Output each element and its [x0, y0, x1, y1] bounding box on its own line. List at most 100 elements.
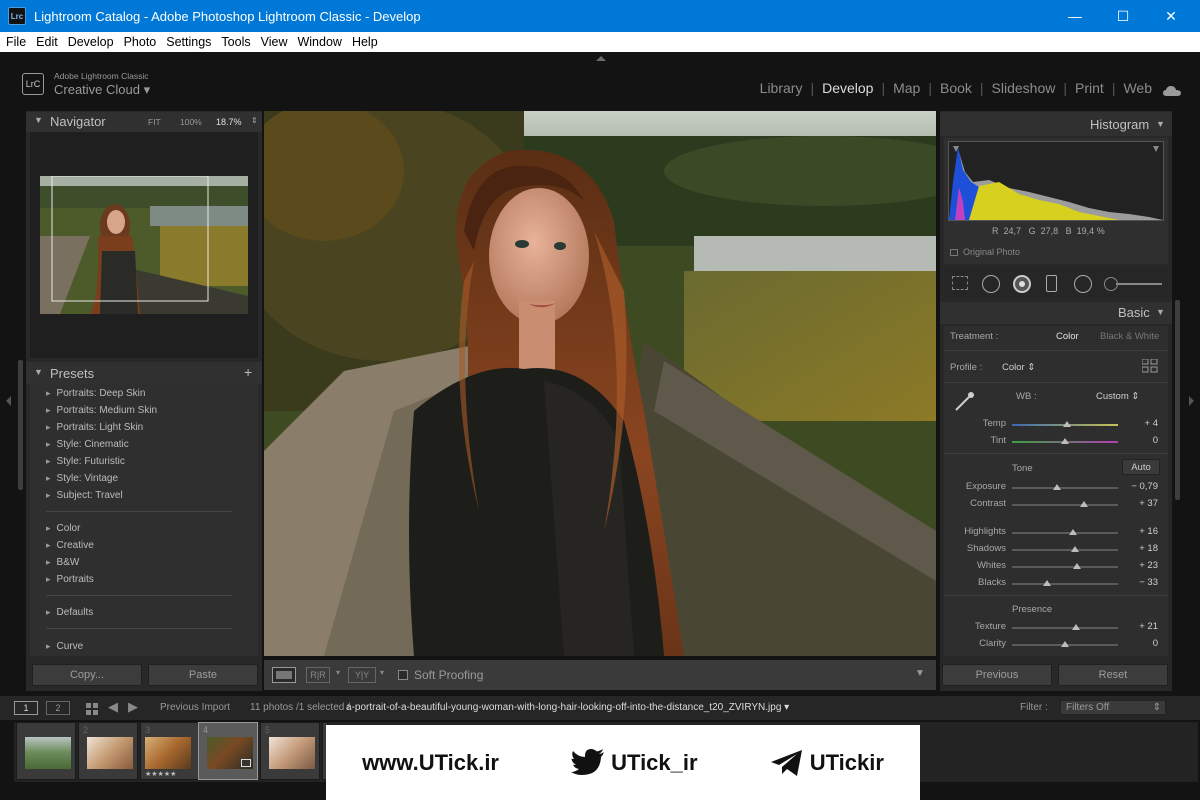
- zoom-fit[interactable]: FIT: [148, 117, 161, 127]
- previous-button[interactable]: Previous: [942, 664, 1052, 686]
- zoom-stepper-icon[interactable]: ⇕: [251, 116, 258, 125]
- slider-value-highlights[interactable]: + 16: [1118, 526, 1158, 537]
- slider-value-exposure[interactable]: − 0,79: [1118, 481, 1158, 492]
- before-after-dropdown-icon[interactable]: ▾: [336, 668, 340, 677]
- reset-button[interactable]: Reset: [1058, 664, 1168, 686]
- slider-value-tint[interactable]: 0: [1118, 435, 1158, 446]
- preset-item[interactable]: Portraits: Deep Skin: [46, 388, 146, 399]
- close-button[interactable]: ✕: [1148, 0, 1194, 32]
- slider-thumb-contrast[interactable]: [1080, 501, 1089, 507]
- navigator-thumbnail[interactable]: [40, 176, 248, 314]
- swap-before-after-icon[interactable]: Y|Y: [348, 667, 376, 683]
- navigator-collapse-icon[interactable]: ▼: [34, 115, 43, 125]
- profile-browser-icon[interactable]: [1141, 358, 1158, 373]
- spot-removal-icon[interactable]: [982, 275, 1000, 293]
- top-panel-toggle-icon[interactable]: [596, 56, 606, 61]
- slider-thumb-whites[interactable]: [1072, 563, 1081, 569]
- slider-track-highlights[interactable]: [1012, 532, 1118, 534]
- wb-eyedropper-icon[interactable]: [952, 390, 976, 414]
- menu-window[interactable]: Window: [297, 35, 341, 49]
- preset-item[interactable]: Portraits: Light Skin: [46, 422, 144, 433]
- radial-filter-icon[interactable]: [1074, 275, 1092, 293]
- slider-thumb-shadows[interactable]: [1070, 546, 1079, 552]
- grid-view-icon[interactable]: [86, 702, 98, 715]
- module-web[interactable]: Web: [1115, 80, 1160, 96]
- filter-select[interactable]: Filters Off ⇕: [1060, 700, 1166, 715]
- preset-item[interactable]: Style: Cinematic: [46, 439, 129, 450]
- slider-thumb-clarity[interactable]: [1061, 641, 1069, 647]
- slider-track-shadows[interactable]: [1012, 549, 1118, 551]
- zoom-100[interactable]: 100%: [180, 117, 202, 127]
- slider-thumb-temp[interactable]: [1063, 421, 1072, 427]
- profile-select[interactable]: Color ⇕: [1002, 362, 1035, 373]
- loupe-view-icon[interactable]: [272, 667, 296, 683]
- copy-settings-button[interactable]: Copy...: [32, 664, 142, 686]
- left-panel-toggle-icon[interactable]: [6, 396, 11, 406]
- brush-slider[interactable]: [1116, 283, 1162, 285]
- right-panel-scrollbar[interactable]: [1175, 300, 1180, 500]
- menu-view[interactable]: View: [261, 35, 288, 49]
- presets-header[interactable]: ▼ Presets +: [26, 362, 262, 384]
- menu-develop[interactable]: Develop: [68, 35, 114, 49]
- right-panel-toggle-icon[interactable]: [1189, 396, 1194, 406]
- graduated-filter-icon[interactable]: [1046, 275, 1057, 292]
- slider-value-contrast[interactable]: + 37: [1118, 498, 1158, 509]
- slider-value-temp[interactable]: + 4: [1118, 418, 1158, 429]
- slider-track-whites[interactable]: [1012, 566, 1118, 568]
- preset-item[interactable]: Portraits: Medium Skin: [46, 405, 158, 416]
- navigator-header[interactable]: ▼ Navigator FIT 100% 18.7% ⇕: [26, 112, 262, 132]
- swap-dropdown-icon[interactable]: ▾: [380, 668, 384, 677]
- minimize-button[interactable]: —: [1052, 0, 1098, 32]
- menu-file[interactable]: File: [6, 35, 26, 49]
- menu-settings[interactable]: Settings: [166, 35, 211, 49]
- zoom-current[interactable]: 18.7%: [216, 117, 242, 127]
- slider-thumb-tint[interactable]: [1061, 438, 1069, 444]
- crop-tool-icon[interactable]: [952, 276, 968, 290]
- slider-track-blacks[interactable]: [1012, 583, 1118, 585]
- left-panel-scrollbar[interactable]: [18, 360, 23, 490]
- before-after-icon[interactable]: R|R: [306, 667, 330, 683]
- preset-item[interactable]: Creative: [46, 540, 94, 551]
- module-print[interactable]: Print: [1067, 80, 1112, 96]
- film-cell[interactable]: 2: [78, 722, 138, 780]
- toolbar-menu-icon[interactable]: ▼: [915, 668, 925, 679]
- slider-track-exposure[interactable]: [1012, 487, 1118, 489]
- presets-collapse-icon[interactable]: ▼: [34, 367, 43, 377]
- basic-header[interactable]: Basic ▼: [940, 302, 1172, 324]
- treatment-bw-button[interactable]: Black & White: [1100, 331, 1159, 342]
- cloud-icon[interactable]: [1162, 84, 1182, 96]
- preset-item[interactable]: Color: [46, 523, 81, 534]
- slider-thumb-highlights[interactable]: [1069, 529, 1078, 535]
- preset-item[interactable]: Style: Vintage: [46, 473, 119, 484]
- film-cell[interactable]: [16, 722, 76, 780]
- original-photo-checkbox[interactable]: [950, 249, 958, 256]
- filmstrip-filename[interactable]: a-portrait-of-a-beautiful-young-woman-wi…: [346, 702, 789, 713]
- preset-item[interactable]: Defaults: [46, 607, 94, 618]
- module-library[interactable]: Library: [752, 80, 811, 96]
- menu-tools[interactable]: Tools: [221, 35, 250, 49]
- slider-thumb-blacks[interactable]: [1042, 580, 1051, 586]
- preset-item[interactable]: Style: Futuristic: [46, 456, 125, 467]
- treatment-color-button[interactable]: Color: [1056, 331, 1079, 342]
- slider-thumb-texture[interactable]: [1071, 624, 1080, 630]
- preset-item[interactable]: Portraits: [46, 574, 94, 585]
- maximize-button[interactable]: ☐: [1100, 0, 1146, 32]
- menu-photo[interactable]: Photo: [124, 35, 157, 49]
- slider-track-texture[interactable]: [1012, 627, 1118, 629]
- paste-settings-button[interactable]: Paste: [148, 664, 258, 686]
- auto-tone-button[interactable]: Auto: [1122, 459, 1160, 475]
- preset-item[interactable]: Curve: [46, 641, 84, 652]
- monitor-1-button[interactable]: 1: [14, 701, 38, 715]
- film-cell[interactable]: 5: [260, 722, 320, 780]
- module-book[interactable]: Book: [932, 80, 980, 96]
- preset-item[interactable]: Subject: Travel: [46, 490, 123, 501]
- forward-arrow-icon[interactable]: ▶: [128, 699, 138, 715]
- histogram-header[interactable]: Histogram ▼: [940, 112, 1172, 136]
- module-map[interactable]: Map: [885, 80, 928, 96]
- slider-track-contrast[interactable]: [1012, 504, 1118, 506]
- star-rating[interactable]: ★★★★★: [145, 770, 176, 778]
- menu-edit[interactable]: Edit: [36, 35, 58, 49]
- slider-value-clarity[interactable]: 0: [1118, 638, 1158, 649]
- add-preset-icon[interactable]: +: [244, 364, 252, 380]
- film-cell-selected[interactable]: 4: [198, 722, 258, 780]
